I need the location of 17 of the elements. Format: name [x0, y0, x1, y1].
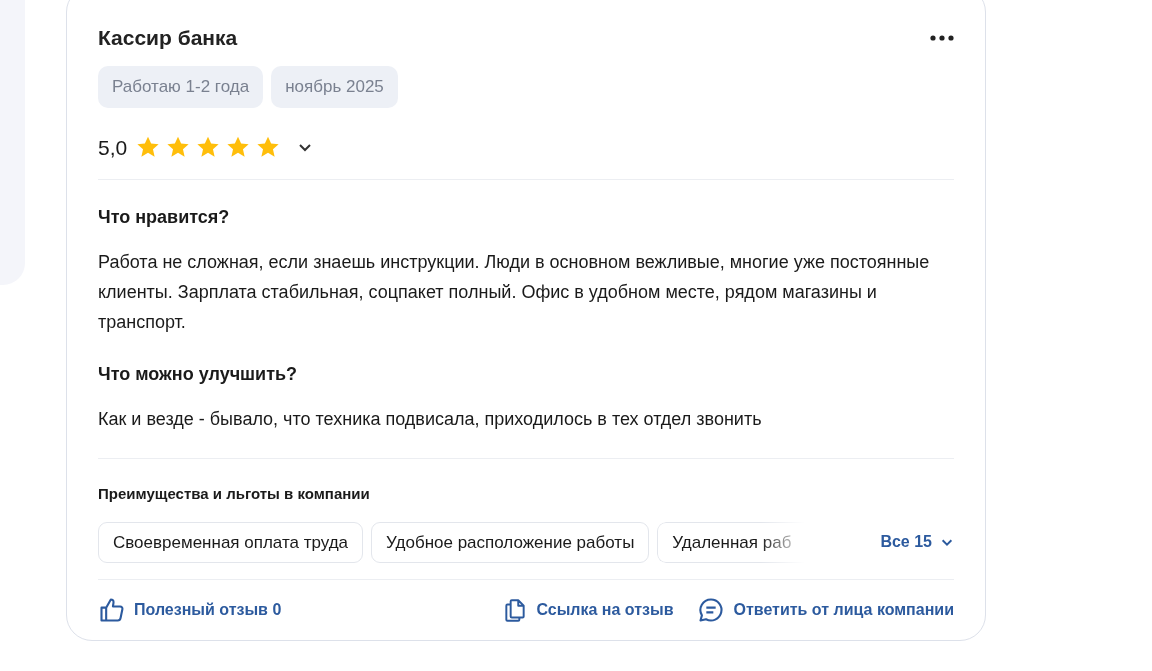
- reply-button[interactable]: Ответить от лица компании: [697, 596, 954, 625]
- thumbs-up-icon: [98, 596, 126, 625]
- chat-icon: [697, 596, 726, 625]
- benefits-heading: Преимущества и льготы в компании: [98, 484, 371, 505]
- tag: Работаю 1-2 года: [98, 66, 264, 108]
- show-all-button[interactable]: Все 15: [880, 530, 954, 555]
- section-heading: Что нравится?: [98, 206, 231, 230]
- review-text: Работа не сложная, если знаешь инструкции. Люди в основном вежливые, многие уже постоянные клиенты. Зарплата стабильная, соцпакет полный. Офис в удобном месте, рядом магазины и транспорт.: [98, 251, 931, 335]
- section-heading: Что можно улучшить?: [98, 363, 299, 387]
- helpful-button[interactable]: Полезный отзыв 0: [98, 596, 282, 625]
- review-title: Кассир банка: [98, 25, 238, 51]
- benefit-chip: Удобное расположение работы: [371, 521, 650, 564]
- benefit-chip: Своевременная оплата труда: [98, 521, 364, 564]
- tag: ноябрь 2025: [271, 66, 398, 108]
- rating-value: 5,0: [98, 134, 128, 161]
- copy-link-button[interactable]: Ссылка на отзыв: [502, 597, 674, 624]
- review-text: Как и везде - бывало, что техника подвисала, приходилось в тех отдел звонить: [98, 408, 763, 432]
